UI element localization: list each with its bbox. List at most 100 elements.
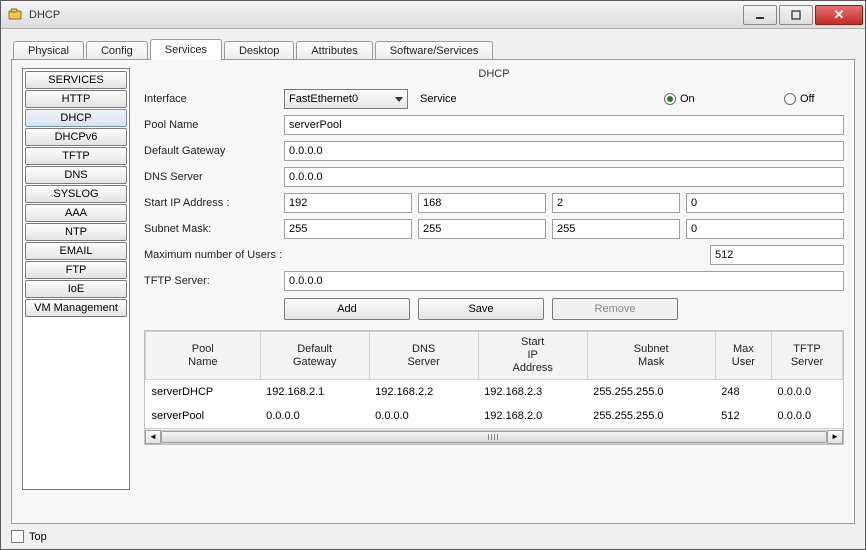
tab-config[interactable]: Config (86, 41, 148, 60)
off-label: Off (800, 93, 814, 105)
scroll-right-button[interactable]: ► (827, 430, 843, 444)
save-button[interactable]: Save (418, 298, 544, 320)
start-ip-octet-3[interactable] (552, 193, 680, 213)
tftp-server-label: TFTP Server: (144, 275, 284, 287)
pool-name-row: Pool Name (144, 114, 844, 136)
table-cell: serverPool (146, 404, 261, 428)
sidebar-item-ntp[interactable]: NTP (25, 223, 127, 241)
service-off-radio[interactable]: Off (784, 93, 844, 105)
sidebar-item-dns[interactable]: DNS (25, 166, 127, 184)
close-button[interactable]: ✕ (815, 5, 863, 25)
services-panel: SERVICESHTTPDHCPDHCPv6TFTPDNSSYSLOGAAANT… (11, 59, 855, 524)
dhcp-pane: DHCP Interface FastEthernet0 Service On (144, 68, 844, 513)
scroll-left-button[interactable]: ◄ (145, 430, 161, 444)
sidebar-item-dhcp[interactable]: DHCP (25, 109, 127, 127)
start-ip-row: Start IP Address : (144, 192, 844, 214)
service-on-radio[interactable]: On (664, 93, 784, 105)
pool-name-label: Pool Name (144, 119, 284, 131)
sidebar-item-tftp[interactable]: TFTP (25, 147, 127, 165)
dns-server-input[interactable] (284, 167, 844, 187)
subnet-octet-4[interactable] (686, 219, 844, 239)
radio-on-icon (664, 93, 676, 105)
table-cell: 255.255.255.0 (587, 380, 715, 405)
sidebar-item-vm-management[interactable]: VM Management (25, 299, 127, 317)
table-cell: 512 (715, 404, 771, 428)
tftp-server-input[interactable] (284, 271, 844, 291)
maximize-button[interactable] (779, 5, 813, 25)
table-cell: 0.0.0.0 (260, 404, 369, 428)
pane-title: DHCP (144, 68, 844, 80)
subnet-octet-2[interactable] (418, 219, 546, 239)
action-buttons-row: Add Save Remove (144, 298, 844, 320)
start-ip-octet-4[interactable] (686, 193, 844, 213)
default-gateway-input[interactable] (284, 141, 844, 161)
table-row[interactable]: serverPool0.0.0.00.0.0.0192.168.2.0255.2… (146, 404, 843, 428)
sidebar-item-ioe[interactable]: IoE (25, 280, 127, 298)
tab-attributes[interactable]: Attributes (296, 41, 372, 60)
default-gateway-row: Default Gateway (144, 140, 844, 162)
on-label: On (680, 93, 695, 105)
subnet-mask-label: Subnet Mask: (144, 223, 284, 235)
app-window: DHCP ✕ PhysicalConfigServicesDesktopAttr… (0, 0, 866, 550)
tab-physical[interactable]: Physical (13, 41, 84, 60)
scroll-thumb[interactable] (161, 431, 827, 443)
sidebar-item-email[interactable]: EMAIL (25, 242, 127, 260)
max-users-input[interactable] (710, 245, 844, 265)
pool-grid: PoolNameDefaultGatewayDNSServerStartIPAd… (144, 330, 844, 445)
interface-row: Interface FastEthernet0 Service On Off (144, 88, 844, 110)
footer-row: Top (11, 524, 855, 543)
sidebar-item-services[interactable]: SERVICES (25, 71, 127, 89)
subnet-mask-row: Subnet Mask: (144, 218, 844, 240)
start-ip-octet-1[interactable] (284, 193, 412, 213)
remove-button[interactable]: Remove (552, 298, 678, 320)
interface-value: FastEthernet0 (289, 93, 358, 105)
horizontal-scrollbar[interactable]: ◄ ► (145, 428, 843, 444)
radio-off-icon (784, 93, 796, 105)
table-cell: 0.0.0.0 (772, 380, 843, 405)
subnet-octet-1[interactable] (284, 219, 412, 239)
sidebar-item-syslog[interactable]: SYSLOG (25, 185, 127, 203)
pool-table[interactable]: PoolNameDefaultGatewayDNSServerStartIPAd… (145, 331, 843, 428)
table-row[interactable]: serverDHCP192.168.2.1192.168.2.2192.168.… (146, 380, 843, 405)
grid-header[interactable]: DefaultGateway (260, 332, 369, 380)
scroll-track[interactable] (161, 430, 827, 444)
gripper-icon (488, 434, 500, 440)
sidebar-item-aaa[interactable]: AAA (25, 204, 127, 222)
window-title: DHCP (29, 9, 741, 21)
tab-software-services[interactable]: Software/Services (375, 41, 494, 60)
subnet-octet-3[interactable] (552, 219, 680, 239)
table-cell: 192.168.2.2 (369, 380, 478, 405)
table-cell: serverDHCP (146, 380, 261, 405)
add-button[interactable]: Add (284, 298, 410, 320)
window-controls: ✕ (741, 5, 863, 25)
titlebar[interactable]: DHCP ✕ (1, 1, 865, 29)
grid-header[interactable]: StartIPAddress (478, 332, 587, 380)
interface-dropdown[interactable]: FastEthernet0 (284, 89, 408, 109)
tab-services[interactable]: Services (150, 39, 222, 60)
sidebar-item-dhcpv6[interactable]: DHCPv6 (25, 128, 127, 146)
sidebar-item-ftp[interactable]: FTP (25, 261, 127, 279)
top-label: Top (29, 531, 47, 543)
tftp-server-row: TFTP Server: (144, 270, 844, 292)
grid-header[interactable]: MaxUser (715, 332, 771, 380)
sidebar-item-http[interactable]: HTTP (25, 90, 127, 108)
grid-header[interactable]: PoolName (146, 332, 261, 380)
table-cell: 192.168.2.3 (478, 380, 587, 405)
pool-name-input[interactable] (284, 115, 844, 135)
tab-desktop[interactable]: Desktop (224, 41, 294, 60)
service-label: Service (420, 93, 457, 105)
table-cell: 0.0.0.0 (772, 404, 843, 428)
table-cell: 192.168.2.0 (478, 404, 587, 428)
grid-header[interactable]: SubnetMask (587, 332, 715, 380)
table-cell: 0.0.0.0 (369, 404, 478, 428)
interface-label: Interface (144, 93, 284, 105)
start-ip-octet-2[interactable] (418, 193, 546, 213)
top-checkbox[interactable] (11, 530, 24, 543)
dns-server-row: DNS Server (144, 166, 844, 188)
grid-header[interactable]: TFTPServer (772, 332, 843, 380)
main-tabs: PhysicalConfigServicesDesktopAttributesS… (11, 39, 855, 60)
minimize-button[interactable] (743, 5, 777, 25)
max-users-row: Maximum number of Users : (144, 244, 844, 266)
start-ip-label: Start IP Address : (144, 197, 284, 209)
grid-header[interactable]: DNSServer (369, 332, 478, 380)
